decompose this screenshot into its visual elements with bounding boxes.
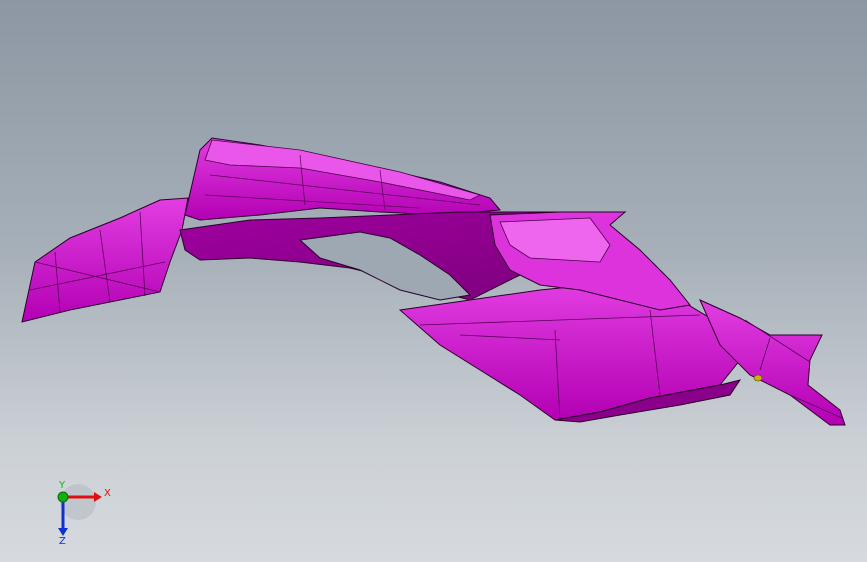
3d-part-model[interactable]: [0, 0, 867, 562]
left-wing-panel: [21, 197, 189, 323]
yellow-accent-part: [753, 374, 763, 382]
graphics-viewport[interactable]: X Y Z: [0, 0, 867, 562]
z-axis-label: Z: [59, 536, 66, 547]
y-axis-point-icon: [57, 491, 69, 503]
z-axis-arrow-icon: [58, 528, 68, 536]
x-axis-label: X: [104, 488, 111, 499]
triad-origin-shadow: [60, 484, 96, 520]
coordinate-triad: X Y Z: [57, 480, 111, 547]
y-axis-label: Y: [58, 480, 66, 491]
x-axis-arrow-icon: [94, 492, 102, 502]
